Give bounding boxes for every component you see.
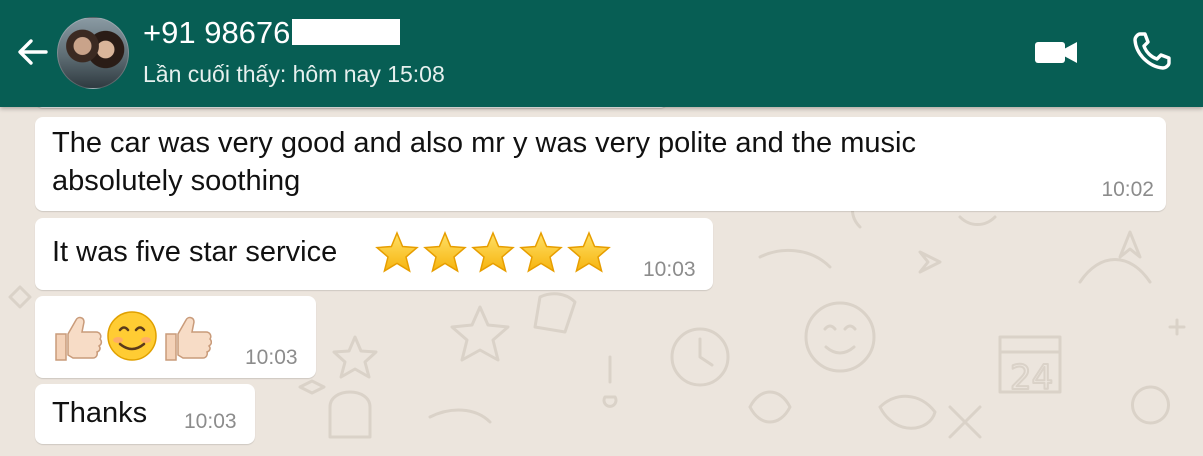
redaction-box xyxy=(292,18,401,45)
message-time: 10:03 xyxy=(184,410,237,433)
last-seen-status: Lần cuối thấy: hôm nay 15:08 xyxy=(143,61,445,87)
message-bubble[interactable]: 10:03 xyxy=(35,296,316,378)
message-bubble[interactable]: The car was very good and also mr y was … xyxy=(35,117,1166,211)
thumbs-up-icon xyxy=(165,316,212,361)
chat-header: +91 98676 Lần cuối thấy: hôm nay 15:08 xyxy=(0,0,1203,107)
videocam-icon[interactable] xyxy=(1033,36,1079,68)
contact-name-label: +91 98676 xyxy=(143,15,291,50)
emoji-row xyxy=(55,311,212,361)
message-text: It was five star service xyxy=(52,236,338,268)
message-time: 10:03 xyxy=(643,258,696,281)
message-bubble[interactable]: Thanks 10:03 xyxy=(35,384,255,444)
star-icon xyxy=(376,232,610,272)
message-text: The car was very good and also mr y was … xyxy=(52,127,916,197)
message-time: 10:02 xyxy=(1101,178,1154,201)
thumbs-up-icon xyxy=(55,316,103,361)
contact-name[interactable]: +91 98676 xyxy=(143,14,401,52)
message-bubble[interactable]: It was five star service 10:03 xyxy=(35,218,713,290)
phone-icon[interactable] xyxy=(1131,30,1173,72)
message-text: Thanks xyxy=(52,397,148,429)
arrow-left-icon[interactable] xyxy=(14,34,50,70)
avatar[interactable] xyxy=(57,17,129,89)
svg-text:24: 24 xyxy=(1010,358,1053,398)
smiling-face-icon xyxy=(107,311,157,361)
message-time: 10:03 xyxy=(245,346,298,369)
